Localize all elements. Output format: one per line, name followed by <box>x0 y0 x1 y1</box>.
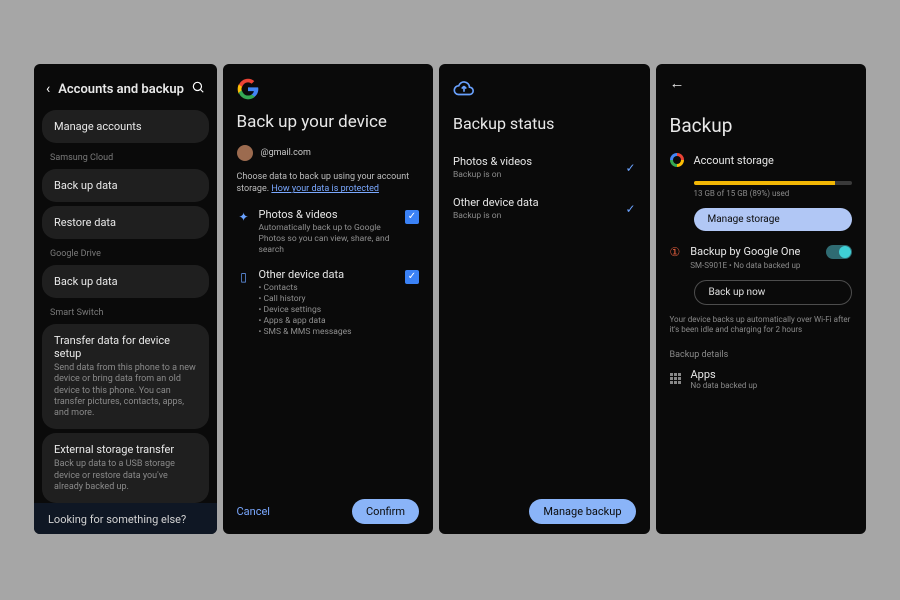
backup-toggle[interactable] <box>826 245 852 259</box>
back-up-device-screen: Back up your device @gmail.com Choose da… <box>223 64 434 534</box>
transfer-subtitle: Send data from this phone to a new devic… <box>54 363 197 419</box>
google-logo-icon <box>237 78 259 100</box>
section-google-drive: Google Drive <box>42 243 209 261</box>
account-email: @gmail.com <box>261 148 311 158</box>
gdrive-backup-data-item[interactable]: Back up data <box>42 265 209 298</box>
status-row-other[interactable]: Other device data Backup is on ✓ <box>453 190 636 231</box>
page-title: Accounts and backup <box>58 82 190 97</box>
confirm-button[interactable]: Confirm <box>352 499 419 524</box>
list-item: Apps & app data <box>259 316 398 327</box>
phone-icon: ▯ <box>237 270 251 284</box>
section-smart-switch: Smart Switch <box>42 302 209 320</box>
row-name: Photos & videos <box>453 155 625 168</box>
checkbox-other[interactable]: ✓ <box>405 270 419 284</box>
warning-icon: ① <box>670 245 681 259</box>
google-one-ring-icon <box>670 153 684 167</box>
data-protection-link[interactable]: How your data is protected <box>271 184 379 194</box>
detail-sub: No data backed up <box>691 381 758 390</box>
check-icon: ✓ <box>625 202 635 216</box>
option-subtitle: Automatically back up to Google Photos s… <box>259 223 398 256</box>
backup-fine-print: Your device backs up automatically over … <box>670 315 853 336</box>
accounts-and-backup-screen: ‹ Accounts and backup Manage accounts Sa… <box>34 64 217 534</box>
cancel-button[interactable]: Cancel <box>237 505 270 518</box>
page-title: Back up your device <box>237 112 420 133</box>
row-state: Backup is on <box>453 211 625 221</box>
account-row[interactable]: @gmail.com <box>237 145 420 161</box>
device-backup-status: SM-S901E • No data backed up <box>690 261 816 270</box>
samsung-backup-data-item[interactable]: Back up data <box>42 169 209 202</box>
cloud-upload-icon <box>453 78 475 100</box>
option-other-data[interactable]: ▯ Other device data ContactsCall history… <box>237 268 420 338</box>
backup-status-screen: Backup status Photos & videos Backup is … <box>439 64 650 534</box>
backup-details-label: Backup details <box>670 350 853 360</box>
manage-accounts-item[interactable]: Manage accounts <box>42 110 209 143</box>
manage-storage-button[interactable]: Manage storage <box>694 208 853 231</box>
transfer-data-item[interactable]: Transfer data for device setup Send data… <box>42 324 209 429</box>
storage-used-text: 13 GB of 15 GB (89%) used <box>694 189 853 198</box>
external-storage-item[interactable]: External storage transfer Back up data t… <box>42 433 209 503</box>
apps-grid-icon <box>670 373 681 384</box>
page-title: Backup status <box>453 114 636 133</box>
photos-icon: ✦ <box>237 210 251 224</box>
page-title: Backup <box>670 114 853 137</box>
back-icon[interactable]: ← <box>670 74 853 92</box>
check-icon: ✓ <box>625 161 635 175</box>
backup-by-google-one-label: Backup by Google One <box>690 245 816 259</box>
detail-row-apps[interactable]: Apps No data backed up <box>670 368 853 390</box>
section-samsung-cloud: Samsung Cloud <box>42 147 209 165</box>
backup-screen: ← Backup Account storage 13 GB of 15 GB … <box>656 64 867 534</box>
avatar-icon <box>237 145 253 161</box>
option-subtitle: ContactsCall historyDevice settingsApps … <box>259 283 398 338</box>
detail-name: Apps <box>691 368 758 381</box>
option-title: Photos & videos <box>259 208 398 221</box>
footer-panel: Looking for something else? Reset Samsun… <box>34 503 217 534</box>
list-item: Contacts <box>259 283 398 294</box>
ext-subtitle: Back up data to a USB storage device or … <box>54 459 197 493</box>
back-icon[interactable]: ‹ <box>46 81 50 97</box>
option-photos[interactable]: ✦ Photos & videos Automatically back up … <box>237 208 420 256</box>
description-text: Choose data to back up using your accoun… <box>237 171 420 195</box>
manage-backup-button[interactable]: Manage backup <box>529 499 635 524</box>
storage-label: Account storage <box>694 154 774 167</box>
list-item: SMS & MMS messages <box>259 327 398 338</box>
back-up-now-button[interactable]: Back up now <box>694 280 853 305</box>
option-title: Other device data <box>259 268 398 281</box>
list-item: Call history <box>259 294 398 305</box>
search-icon[interactable] <box>191 80 205 98</box>
footer-link-reset[interactable]: Reset <box>48 532 203 534</box>
transfer-title: Transfer data for device setup <box>54 334 197 360</box>
row-state: Backup is on <box>453 170 625 180</box>
footer-question: Looking for something else? <box>48 513 203 526</box>
list-item: Device settings <box>259 305 398 316</box>
checkbox-photos[interactable]: ✓ <box>405 210 419 224</box>
row-name: Other device data <box>453 196 625 209</box>
storage-bar <box>694 181 853 185</box>
samsung-restore-data-item[interactable]: Restore data <box>42 206 209 239</box>
status-row-photos[interactable]: Photos & videos Backup is on ✓ <box>453 149 636 190</box>
ext-title: External storage transfer <box>54 443 197 456</box>
